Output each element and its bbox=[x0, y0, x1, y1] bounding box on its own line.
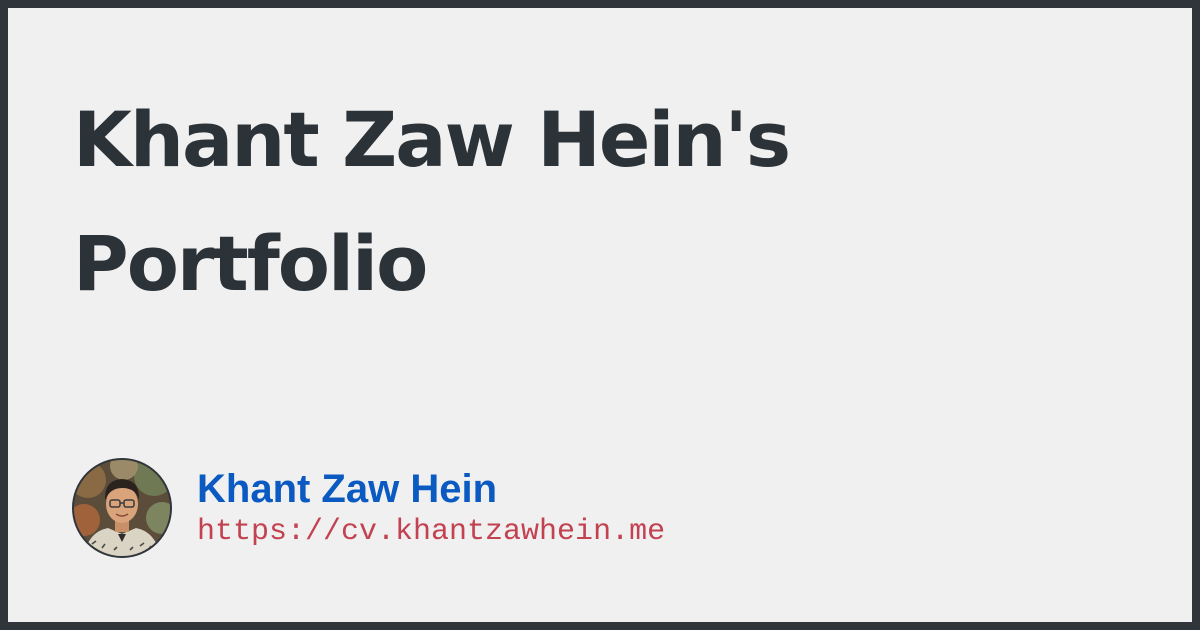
author-name: Khant Zaw Hein bbox=[197, 467, 498, 511]
avatar bbox=[72, 458, 172, 558]
author-url: https://cv.khantzawhein.me bbox=[197, 515, 666, 549]
profile-photo-icon bbox=[74, 460, 170, 556]
page-title: Khant Zaw Hein's Portfolio bbox=[73, 78, 873, 326]
author-info: Khant Zaw Hein https://cv.khantzawhein.m… bbox=[197, 466, 665, 550]
og-card: Khant Zaw Hein's Portfolio Khant Zaw Hei… bbox=[8, 8, 1192, 622]
title-line-2: Portfolio bbox=[73, 219, 428, 308]
title-line-1: Khant Zaw Hein's bbox=[73, 95, 791, 184]
author-block: Khant Zaw Hein https://cv.khantzawhein.m… bbox=[72, 458, 665, 558]
